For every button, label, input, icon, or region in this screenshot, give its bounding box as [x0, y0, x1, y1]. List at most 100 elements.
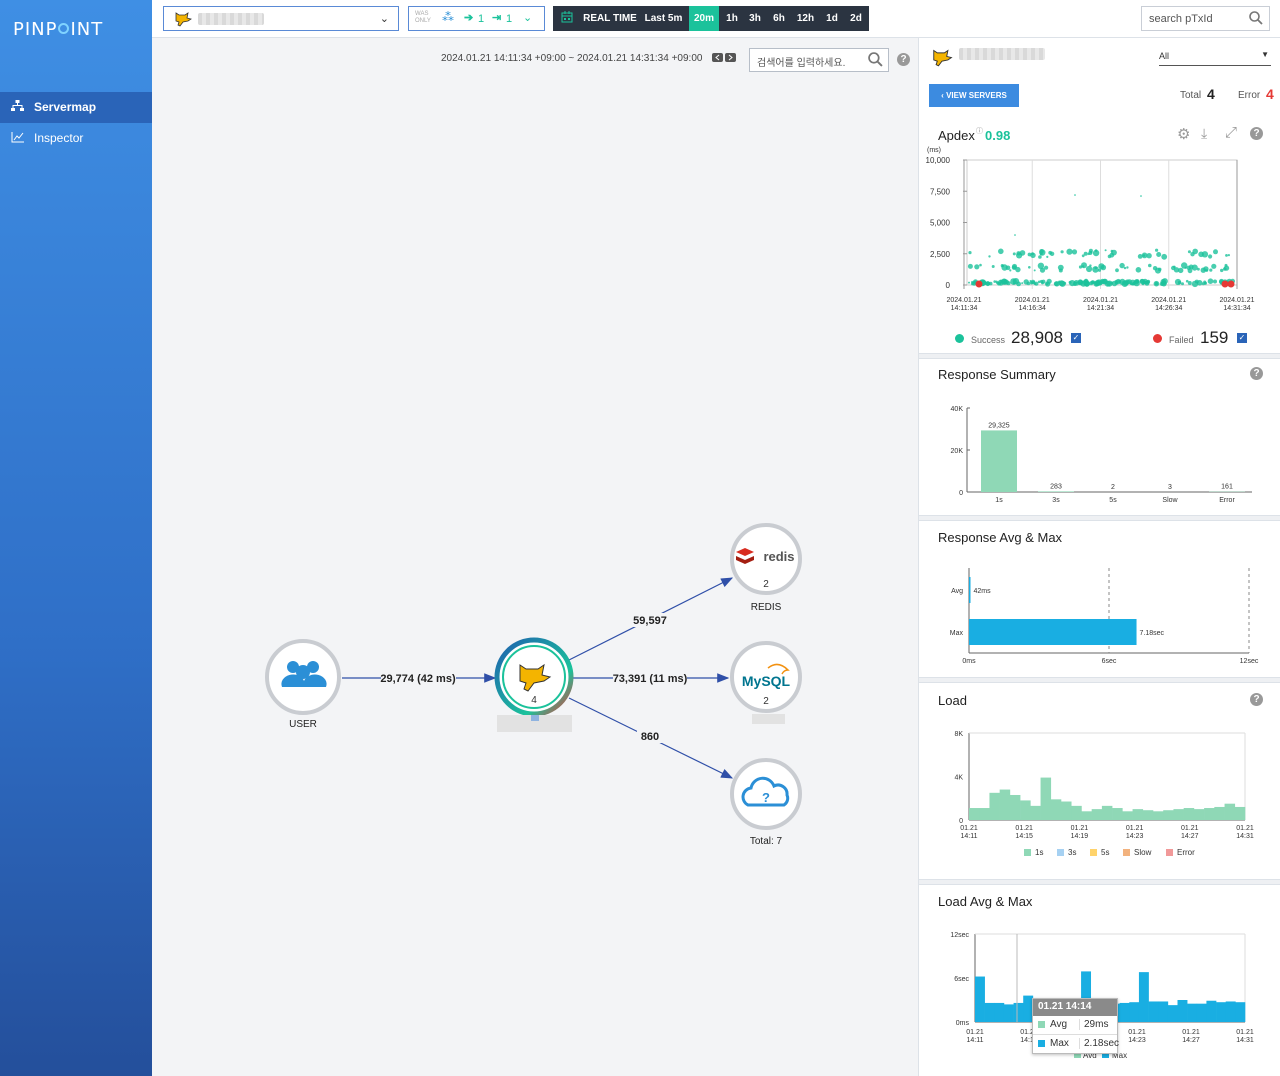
success-dot: [1073, 280, 1080, 286]
legend-swatch: [1024, 849, 1031, 856]
scatter-chart[interactable]: (ms) 10,0007,5005,0002,50002024.01.2114:…: [919, 143, 1280, 323]
x-tick-label: 2024.01.21: [1015, 297, 1050, 304]
help-icon[interactable]: ?: [1250, 127, 1263, 140]
success-dot: [1039, 249, 1044, 254]
failed-checkbox[interactable]: ✓: [1237, 333, 1247, 343]
load-bar: [969, 808, 980, 820]
search-icon[interactable]: [1249, 11, 1263, 28]
y-tick-label: 7,500: [930, 187, 951, 196]
success-dot: [1124, 279, 1130, 285]
total-count: 4: [1207, 86, 1215, 102]
load-bar: [1020, 800, 1031, 820]
x-tick-label: 14:26:34: [1155, 305, 1182, 312]
load-max-bar: [1206, 1000, 1217, 1022]
bar-3s: [1038, 491, 1074, 492]
time-button-2d[interactable]: 2d: [845, 6, 867, 31]
settings-gear-icon[interactable]: ⚙: [1177, 125, 1190, 143]
load-max-bar: [1167, 1005, 1178, 1022]
chevron-down-icon: ⌄: [523, 12, 533, 24]
node-redis[interactable]: redis 2 REDIS: [730, 523, 802, 613]
server-filter[interactable]: WAS ONLY ⁂ ➔ 1 ⇥ 1 ⌄: [408, 6, 545, 31]
success-checkbox[interactable]: ✓: [1071, 333, 1081, 343]
load-bar: [1040, 777, 1052, 820]
bar-value-label: 2: [1111, 484, 1115, 491]
edge-label-app-redis: 59,597: [633, 615, 667, 627]
x-tick-label: 01.21: [1015, 825, 1033, 832]
success-dot: [1160, 278, 1167, 285]
failed-dot-icon: [1153, 334, 1162, 343]
load-bar: [1234, 806, 1246, 820]
x-tick-label: 14:11: [967, 1037, 984, 1044]
bar-value-label: 161: [1221, 484, 1233, 491]
download-icon[interactable]: ⤓: [1201, 125, 1207, 142]
ptxid-search-input[interactable]: search pTxId: [1141, 6, 1270, 31]
node-label-redis: REDIS: [751, 602, 782, 613]
success-dot: [1200, 267, 1206, 273]
success-dot: [967, 263, 973, 269]
y-tick-label: 40K: [951, 406, 964, 413]
load-bar: [1009, 794, 1021, 820]
help-icon[interactable]: ?: [1250, 693, 1263, 706]
success-dot: [1155, 248, 1159, 252]
sidebar-item-servermap[interactable]: Servermap: [0, 92, 152, 123]
success-dot: [979, 263, 982, 267]
load-chart[interactable]: 8K4K001.2114:1101.2114:1501.2114:1901.21…: [919, 723, 1280, 873]
time-button-1d[interactable]: 1d: [821, 6, 843, 31]
time-button-12h[interactable]: 12h: [792, 6, 819, 31]
time-button-20m[interactable]: 20m: [689, 6, 719, 31]
server-map[interactable]: 2024.01.21 14:11:34 +09:00 ~ 2024.01.21 …: [152, 38, 918, 1076]
time-button-1h[interactable]: 1h: [721, 6, 743, 31]
agent-select[interactable]: All ▼: [1159, 46, 1271, 66]
node-unknown[interactable]: ? Total: 7: [730, 758, 802, 847]
success-dot: [1100, 264, 1107, 271]
success-dot: [1053, 281, 1059, 287]
x-tick-label: 01.21: [960, 825, 978, 832]
time-button-6h[interactable]: 6h: [768, 6, 790, 31]
success-dot: [1026, 281, 1031, 286]
success-dot: [1181, 282, 1184, 286]
sidebar-item-inspector[interactable]: Inspector: [0, 123, 152, 154]
success-dot: [1114, 279, 1119, 284]
success-dot: [1148, 263, 1152, 268]
success-dot: [1039, 279, 1044, 284]
load-max-bar: [1148, 1001, 1159, 1022]
response-summary-chart[interactable]: 40K 20K 0 29,325 1s 283 3s 2 5s 3 Slow 161 Error: [919, 396, 1280, 516]
load-avg-max-title: Load Avg & Max: [938, 894, 1033, 909]
success-dot: [1060, 250, 1064, 254]
selected-application-name: [959, 48, 1045, 60]
node-mysql[interactable]: MySQL 2: [730, 641, 802, 724]
success-dot: [988, 282, 991, 285]
time-button-last5m[interactable]: Last 5m: [640, 6, 687, 31]
help-icon[interactable]: ?: [1250, 367, 1263, 380]
success-dot: [1012, 252, 1016, 256]
legend-label: 1s: [1035, 848, 1043, 857]
max-swatch: [1038, 1040, 1045, 1047]
load-bar: [1081, 811, 1092, 820]
success-dot: [1153, 280, 1160, 287]
node-user[interactable]: USER: [265, 639, 341, 730]
success-dot: [1033, 269, 1036, 272]
expand-icon[interactable]: ⤢: [1225, 124, 1237, 141]
success-dot: [1208, 254, 1213, 259]
view-servers-button[interactable]: ‹ VIEW SERVERS: [929, 84, 1019, 107]
was-only-toggle[interactable]: WAS ONLY: [415, 11, 435, 25]
calendar-button[interactable]: [553, 6, 580, 31]
success-dot: [1014, 234, 1016, 236]
info-icon[interactable]: ⓘ: [976, 126, 983, 136]
load-bar: [1163, 810, 1174, 820]
x-tick-label: 01.21: [966, 1029, 984, 1036]
time-button-3h[interactable]: 3h: [744, 6, 766, 31]
success-dot: [1142, 254, 1146, 257]
success-dot-icon: [955, 334, 964, 343]
node-application[interactable]: 4: [494, 637, 574, 732]
node-label-mysql: [752, 714, 785, 724]
success-dot: [1086, 265, 1093, 273]
time-button-realtime[interactable]: REAL TIME: [583, 6, 637, 31]
response-avg-max-chart[interactable]: 0ms 6sec 12sec Avg 42ms Max 7.18sec: [919, 558, 1280, 678]
application-select[interactable]: ⌄: [163, 6, 399, 31]
error-label: Error: [1238, 90, 1261, 101]
view-servers-label: VIEW SERVERS: [946, 91, 1007, 100]
x-tick-label: 14:23: [1126, 833, 1144, 840]
pinpoint-logo[interactable]: PINP INT: [13, 19, 103, 40]
x-tick-label: Slow: [1162, 497, 1178, 504]
